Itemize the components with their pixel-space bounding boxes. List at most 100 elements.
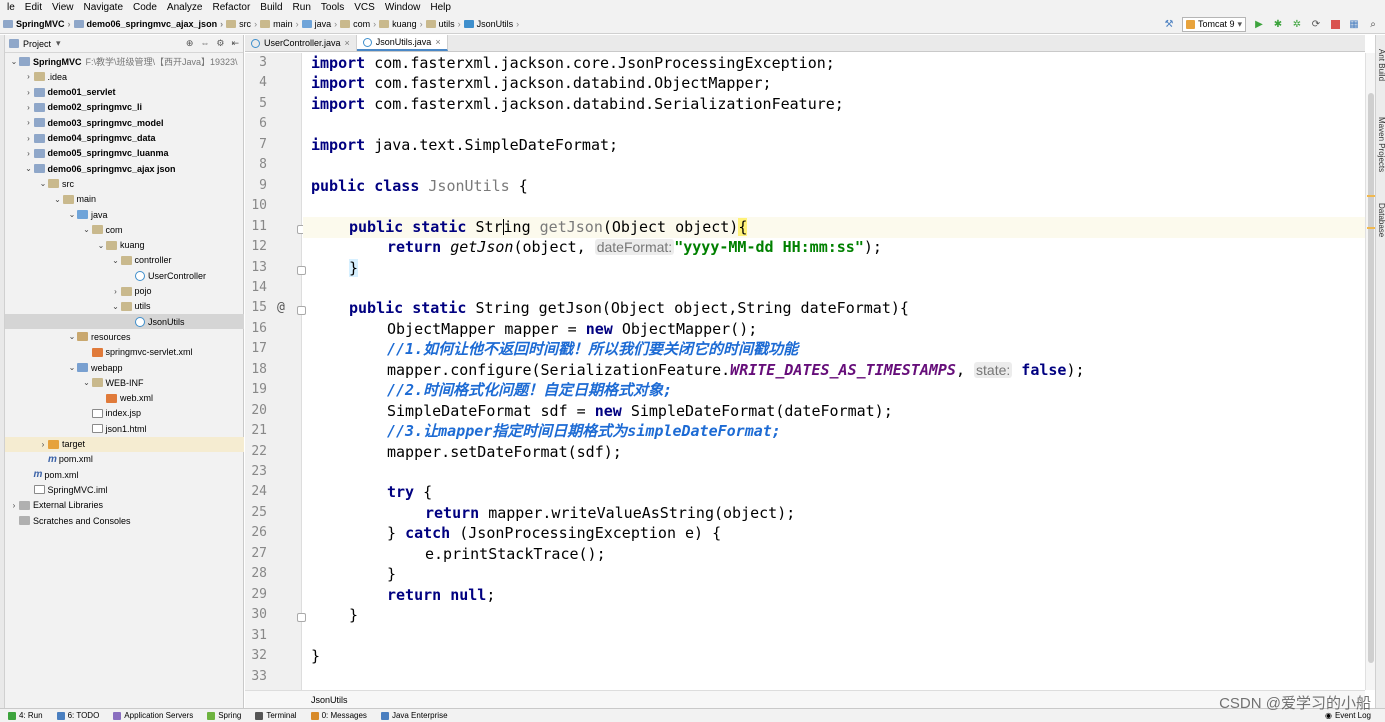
expand-arrow-icon[interactable]: ⌄	[111, 256, 121, 265]
code-line[interactable]: ObjectMapper mapper = new ObjectMapper()…	[387, 319, 757, 339]
tree-item[interactable]: ⌄ WEB-INF	[5, 375, 244, 390]
hide-panel-icon[interactable]: ⇤	[231, 38, 239, 49]
bottom-tool-button[interactable]: Terminal	[255, 711, 297, 720]
collapse-arrow-icon[interactable]: ›	[24, 88, 34, 97]
collapse-arrow-icon[interactable]: ›	[24, 103, 34, 112]
expand-arrow-icon[interactable]: ⌄	[111, 302, 121, 311]
code-line[interactable]: return getJson(object, dateFormat: "yyyy-…	[387, 237, 882, 257]
breadcrumb-item[interactable]: java ›	[299, 19, 337, 29]
menu-item-view[interactable]: View	[47, 2, 79, 13]
collapse-all-icon[interactable]: ⇔	[200, 38, 209, 49]
tree-item[interactable]: SpringMVC.iml	[5, 482, 244, 497]
code-line[interactable]: //2.时间格式化问题！自定日期格式对象;	[387, 380, 672, 400]
expand-arrow-icon[interactable]: ⌄	[96, 241, 106, 250]
code-line[interactable]: public static String getJson(Object obje…	[349, 298, 909, 318]
scrollbar-thumb[interactable]	[1368, 93, 1374, 663]
code-line[interactable]: }	[311, 646, 320, 666]
code-line[interactable]: } catch (JsonProcessingException e) {	[387, 523, 721, 543]
editor-breadcrumb-label[interactable]: JsonUtils	[311, 695, 348, 705]
tree-item[interactable]: ⌄ SpringMVC F:\教学\班级管理\【西开Java】19323\	[5, 54, 244, 69]
expand-arrow-icon[interactable]: ⌄	[67, 210, 77, 219]
tree-item[interactable]: springmvc-servlet.xml	[5, 345, 244, 360]
code-line[interactable]: e.printStackTrace();	[425, 544, 606, 564]
collapse-arrow-icon[interactable]: ›	[38, 440, 48, 449]
tree-item[interactable]: UserController	[5, 268, 244, 283]
code-line[interactable]: }	[349, 605, 358, 625]
close-icon[interactable]: ×	[345, 38, 350, 48]
code-line[interactable]: //3.让mapper指定时间日期格式为simpleDateFormat;	[387, 421, 781, 441]
breadcrumb-item[interactable]: demo06_springmvc_ajax_json ›	[71, 19, 223, 29]
warning-marker[interactable]	[1367, 195, 1375, 197]
tree-item[interactable]: m pom.xml	[5, 452, 244, 467]
expand-arrow-icon[interactable]: ⌄	[9, 57, 19, 66]
bottom-tool-button[interactable]: 0: Messages	[310, 711, 367, 720]
code-line[interactable]: import java.text.SimpleDateFormat;	[311, 135, 618, 155]
coverage-icon[interactable]: ✲	[1291, 18, 1303, 30]
collapse-arrow-icon[interactable]: ›	[111, 287, 121, 296]
build-hammer-icon[interactable]: ⚒	[1163, 18, 1175, 30]
expand-arrow-icon[interactable]: ⌄	[53, 195, 63, 204]
profile-icon[interactable]: ⟳	[1310, 18, 1322, 30]
menu-item-build[interactable]: Build	[255, 2, 287, 13]
menu-item-tools[interactable]: Tools	[316, 2, 349, 13]
code-line[interactable]: //1.如何让他不返回时间戳！所以我们要关闭它的时间戳功能	[387, 339, 798, 359]
collapse-arrow-icon[interactable]: ›	[9, 501, 19, 510]
project-structure-icon[interactable]: ▦	[1348, 18, 1360, 30]
tree-item[interactable]: ⌄ resources	[5, 329, 244, 344]
editor-tab[interactable]: JsonUtils.java ×	[356, 35, 448, 51]
collapse-arrow-icon[interactable]: ›	[24, 149, 34, 158]
expand-arrow-icon[interactable]: ⌄	[24, 164, 34, 173]
tree-item[interactable]: › demo05_springmvc_luanma	[5, 146, 244, 161]
tree-item[interactable]: › demo04_springmvc_data	[5, 131, 244, 146]
code-line[interactable]: import com.fasterxml.jackson.databind.Se…	[311, 94, 844, 114]
tree-item[interactable]: ⌄ java	[5, 207, 244, 222]
tree-item[interactable]: ⌄ src	[5, 176, 244, 191]
breadcrumb-item[interactable]: main ›	[257, 19, 299, 29]
bottom-tool-button[interactable]: 4: Run	[8, 711, 43, 720]
breadcrumb-item[interactable]: kuang ›	[376, 19, 423, 29]
tree-item[interactable]: ⌄ controller	[5, 253, 244, 268]
code-line[interactable]: return mapper.writeValueAsString(object)…	[425, 503, 795, 523]
code-line[interactable]: }	[349, 258, 359, 278]
fold-marker-icon[interactable]	[297, 613, 306, 623]
override-marker-icon[interactable]: @	[277, 300, 285, 315]
menu-item-vcs[interactable]: VCS	[349, 2, 380, 13]
warning-marker[interactable]	[1367, 227, 1375, 229]
code-line[interactable]: mapper.configure(SerializationFeature.WR…	[387, 360, 1085, 380]
run-icon[interactable]: ▶	[1253, 18, 1265, 30]
tree-item[interactable]: › .idea	[5, 69, 244, 84]
breadcrumb-item[interactable]: com ›	[337, 19, 376, 29]
database-tool[interactable]: Database	[1377, 203, 1385, 237]
tree-item[interactable]: m pom.xml	[5, 467, 244, 482]
menu-item-navigate[interactable]: Navigate	[79, 2, 128, 13]
project-panel-title[interactable]: Project	[23, 39, 51, 49]
code-line[interactable]: import com.fasterxml.jackson.core.JsonPr…	[311, 53, 835, 73]
tree-item[interactable]: › demo01_servlet	[5, 85, 244, 100]
breadcrumb-item[interactable]: JsonUtils ›	[461, 19, 519, 29]
fold-marker-icon[interactable]	[297, 306, 306, 316]
tree-item[interactable]: json1.html	[5, 421, 244, 436]
breadcrumb-item[interactable]: utils ›	[423, 19, 461, 29]
menu-item-code[interactable]: Code	[128, 2, 162, 13]
breadcrumb-item[interactable]: SpringMVC ›	[0, 19, 71, 29]
collapse-arrow-icon[interactable]: ›	[24, 134, 34, 143]
code-line[interactable]: }	[387, 564, 396, 584]
menu-item-run[interactable]: Run	[288, 2, 316, 13]
locate-icon[interactable]: ⊕	[186, 38, 194, 49]
menu-item-help[interactable]: Help	[425, 2, 456, 13]
tree-item[interactable]: › External Libraries	[5, 498, 244, 513]
close-icon[interactable]: ×	[435, 37, 440, 47]
code-line[interactable]: return null;	[387, 585, 495, 605]
tree-item[interactable]: ⌄ main	[5, 192, 244, 207]
maven-projects-tool[interactable]: Maven Projects	[1377, 117, 1385, 172]
stop-icon[interactable]	[1329, 18, 1341, 30]
fold-marker-icon[interactable]	[297, 265, 306, 275]
menu-item-refactor[interactable]: Refactor	[207, 2, 255, 13]
tree-item[interactable]: › target	[5, 436, 244, 452]
code-line[interactable]: import com.fasterxml.jackson.databind.Ob…	[311, 73, 772, 93]
bottom-tool-button[interactable]: 6: TODO	[56, 711, 99, 720]
breadcrumb-item[interactable]: src ›	[223, 19, 257, 29]
tree-item[interactable]: web.xml	[5, 391, 244, 406]
menu-item-le[interactable]: le	[2, 2, 20, 13]
tree-item[interactable]: › demo03_springmvc_model	[5, 115, 244, 130]
